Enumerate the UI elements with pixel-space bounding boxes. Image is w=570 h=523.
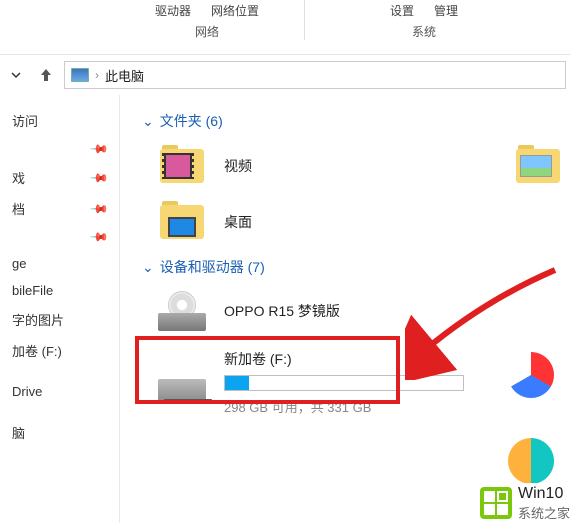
- pin-icon: 📌: [89, 139, 109, 159]
- drive-label: 新加卷 (F:): [224, 349, 464, 369]
- sidebar-item[interactable]: 戏📌: [4, 162, 115, 193]
- drive-label: OPPO R15 梦镜版: [224, 301, 340, 321]
- sidebar-item[interactable]: 加卷 (F:): [4, 335, 115, 366]
- up-button[interactable]: [34, 63, 58, 87]
- ribbon-drive-label[interactable]: 驱动器: [155, 2, 191, 19]
- sidebar-item-thispc[interactable]: 脑: [4, 417, 115, 448]
- sidebar-item-quickaccess[interactable]: 访问: [4, 105, 115, 136]
- ribbon-settings-label[interactable]: 设置: [390, 2, 414, 19]
- drive-hdd-icon: [158, 363, 206, 403]
- sidebar-item[interactable]: [4, 366, 115, 378]
- sidebar-item[interactable]: ge: [4, 250, 115, 277]
- app-icon-round[interactable]: [508, 438, 554, 484]
- sidebar-item[interactable]: 字的图片: [4, 304, 115, 335]
- folder-label: 视频: [224, 156, 252, 176]
- windows-logo-icon: [480, 487, 512, 519]
- sidebar-item[interactable]: 档📌: [4, 193, 115, 224]
- sidebar-item-onedrive[interactable]: Drive: [4, 378, 115, 405]
- drive-usage-bar: [224, 375, 464, 391]
- chevron-down-icon: ⌄: [142, 113, 154, 130]
- ribbon-netloc-label[interactable]: 网络位置: [211, 2, 259, 19]
- breadcrumb-this-pc[interactable]: 此电脑: [105, 66, 144, 85]
- folder-videos[interactable]: 视频: [158, 145, 252, 187]
- main-area: 访问 📌 戏📌 档📌 📌 ge bileFile 字的图片 加卷 (F:) Dr…: [0, 95, 570, 523]
- chevron-down-icon: ⌄: [142, 259, 154, 276]
- pin-icon: 📌: [89, 167, 109, 187]
- ribbon: 驱动器 网络位置 网络 设置 管理 系统: [0, 0, 570, 55]
- address-row: › 此电脑: [0, 55, 570, 95]
- folder-video-icon: [158, 145, 206, 187]
- app-icon-baidu-netdisk[interactable]: [508, 352, 554, 398]
- watermark-brand: Win10: [518, 485, 568, 503]
- sidebar-item[interactable]: 📌: [4, 224, 115, 250]
- content-pane: ⌄ 文件夹 (6) 视频: [120, 95, 570, 523]
- ribbon-group-system: 系统: [412, 23, 436, 40]
- sidebar-item[interactable]: 📌: [4, 136, 115, 162]
- drive-disc-icon: [158, 291, 206, 331]
- folder-pictures-partial[interactable]: [514, 145, 562, 187]
- folder-pictures-icon: [514, 145, 562, 187]
- watermark: Win10 系统之家: [480, 483, 570, 523]
- this-pc-icon: [71, 68, 89, 82]
- drive-oppo-r15[interactable]: OPPO R15 梦镜版: [158, 291, 562, 331]
- group-header-drives[interactable]: ⌄ 设备和驱动器 (7): [142, 257, 562, 277]
- pin-icon: 📌: [89, 198, 109, 218]
- watermark-site: 系统之家: [518, 503, 570, 522]
- folder-label: 桌面: [224, 212, 252, 232]
- history-dropdown[interactable]: [4, 63, 28, 87]
- folder-desktop[interactable]: 桌面: [158, 201, 252, 243]
- pin-icon: 📌: [89, 227, 109, 247]
- drive-volume-f[interactable]: 新加卷 (F:) 298 GB 可用，共 331 GB: [158, 349, 562, 416]
- sidebar: 访问 📌 戏📌 档📌 📌 ge bileFile 字的图片 加卷 (F:) Dr…: [0, 95, 120, 523]
- ribbon-manage-label[interactable]: 管理: [434, 2, 458, 19]
- sidebar-item[interactable]: bileFile: [4, 277, 115, 304]
- address-bar[interactable]: › 此电脑: [64, 61, 566, 89]
- sidebar-item[interactable]: [4, 405, 115, 417]
- chevron-right-icon[interactable]: ›: [95, 68, 99, 82]
- drive-usage-text: 298 GB 可用，共 331 GB: [224, 397, 464, 416]
- group-header-folders[interactable]: ⌄ 文件夹 (6): [142, 111, 562, 131]
- ribbon-group-network: 网络: [195, 23, 219, 40]
- folder-desktop-icon: [158, 201, 206, 243]
